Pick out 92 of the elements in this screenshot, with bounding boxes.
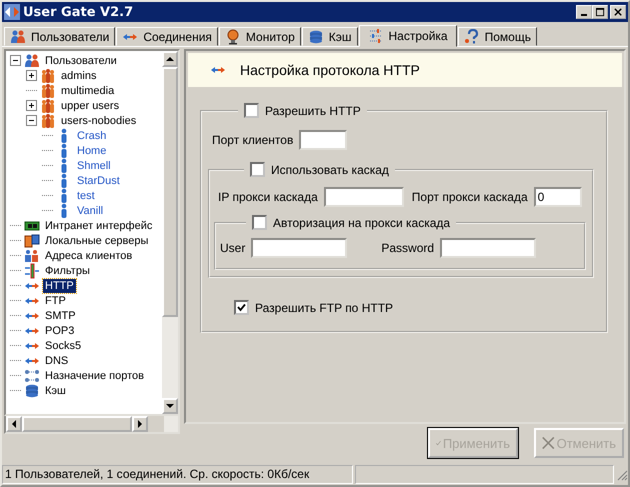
tree-item[interactable]: Интранет интерфейс <box>43 218 154 232</box>
checkbox-label: Разрешить HTTP <box>265 104 361 118</box>
minimize-icon <box>581 14 587 16</box>
tree-item[interactable]: Socks5 <box>43 338 84 352</box>
window-title: User Gate V2.7 <box>23 4 134 20</box>
tab[interactable]: Кэш <box>302 27 358 46</box>
checkbox-label: Использовать каскад <box>271 162 389 176</box>
tree-item[interactable]: SMTP <box>43 308 78 322</box>
tree-item[interactable]: test <box>75 188 97 202</box>
scroll-right-button[interactable] <box>132 416 148 432</box>
tab[interactable]: Пользователи <box>4 27 116 46</box>
tab[interactable]: Монитор <box>218 27 301 46</box>
checkbox[interactable] <box>234 300 249 315</box>
tree-item[interactable]: admins <box>59 68 98 82</box>
ip-field[interactable] <box>324 187 404 207</box>
checkbox-label: Разрешить FTP по HTTP <box>255 300 394 314</box>
tree-item[interactable]: Пользователи <box>43 54 119 68</box>
collapse-icon[interactable] <box>10 55 21 66</box>
clients-icon <box>24 248 40 264</box>
tree-item[interactable]: upper users <box>59 98 122 112</box>
checkbox-label: Авторизация на прокси каскада <box>273 216 450 230</box>
checkbox[interactable] <box>252 215 267 230</box>
help-icon <box>464 28 480 44</box>
field-label: Порт прокси каскада <box>412 190 528 204</box>
field-label: Порт клиентов <box>212 133 294 147</box>
checkbox[interactable] <box>244 103 259 118</box>
tab[interactable]: Соединения <box>116 27 218 46</box>
scroll-thumb[interactable] <box>22 416 132 432</box>
users-icon <box>10 28 26 44</box>
monitor-icon <box>224 28 241 44</box>
collapse-icon[interactable] <box>26 115 37 126</box>
expand-icon[interactable] <box>26 70 37 81</box>
left-arrow-icon <box>10 420 18 428</box>
tree-item[interactable]: Кэш <box>43 384 68 398</box>
users-icon <box>24 52 40 68</box>
ports-icon <box>24 368 40 384</box>
scroll-thumb[interactable] <box>162 67 178 317</box>
password-field[interactable] <box>440 238 536 258</box>
checkbox[interactable] <box>250 162 265 177</box>
field-label: User <box>220 241 246 255</box>
up-arrow-icon <box>166 55 174 63</box>
scrollbar-corner <box>148 416 164 432</box>
database-icon <box>24 382 40 398</box>
port-field[interactable]: 0 <box>534 187 582 207</box>
scroll-down-button[interactable] <box>162 398 178 414</box>
filter-icon <box>24 262 40 278</box>
scroll-up-button[interactable] <box>162 51 178 67</box>
field-label: IP прокси каскада <box>218 190 318 204</box>
close-icon <box>614 8 622 16</box>
cross-icon <box>542 435 555 451</box>
tree-item[interactable]: Shmell <box>75 158 113 172</box>
tab[interactable]: Настройка <box>358 25 457 47</box>
expand-icon[interactable] <box>26 100 37 111</box>
tree-item[interactable]: POP3 <box>43 324 76 338</box>
resize-grip-icon <box>616 468 628 480</box>
tree-item[interactable]: Home <box>75 144 108 158</box>
status-text: 1 Пользователей, 1 соединений. Ср. скорость: 0Кб/сек <box>2 465 353 484</box>
tree-item[interactable]: Фильтры <box>43 264 92 278</box>
people-icon <box>40 112 56 128</box>
people-icon <box>40 98 56 114</box>
field-label: Password <box>381 241 434 255</box>
close-button[interactable] <box>610 5 626 19</box>
tree-item[interactable]: FTP <box>43 294 68 308</box>
scroll-left-button[interactable] <box>6 416 22 432</box>
port-field[interactable] <box>299 130 348 150</box>
database-icon <box>308 28 324 44</box>
tree-item[interactable]: Локальные серверы <box>43 234 150 248</box>
tab[interactable]: Помощь <box>458 27 537 46</box>
tree-item[interactable]: DNS <box>43 354 70 368</box>
horizontal-scrollbar[interactable] <box>4 416 180 434</box>
people-icon <box>40 68 56 84</box>
tree-item[interactable]: HTTP <box>43 278 76 292</box>
tree-item[interactable]: Назначение портов <box>43 368 146 382</box>
sliders-icon <box>368 28 384 44</box>
minimize-button[interactable] <box>576 5 592 19</box>
user-field[interactable] <box>251 238 348 258</box>
maximize-button[interactable] <box>592 5 608 19</box>
people-icon <box>40 82 56 98</box>
right-arrow-icon <box>136 420 144 428</box>
server-icon <box>24 232 40 248</box>
tree-item[interactable]: StarDust <box>75 174 122 188</box>
tree-item[interactable]: users-nobodies <box>59 114 138 128</box>
tree-item[interactable]: Адреса клиентов <box>43 248 134 262</box>
checkmark-icon <box>237 303 246 312</box>
vertical-scrollbar[interactable] <box>162 51 178 414</box>
down-arrow-icon <box>166 402 174 410</box>
panel-title: Настройка протокола HTTP <box>240 62 420 78</box>
maximize-icon <box>596 8 604 16</box>
tree-item[interactable]: Vanill <box>75 204 106 218</box>
tree-item[interactable]: Crash <box>75 128 108 142</box>
arrows-icon <box>4 4 20 20</box>
tree-item[interactable]: multimedia <box>59 84 116 98</box>
